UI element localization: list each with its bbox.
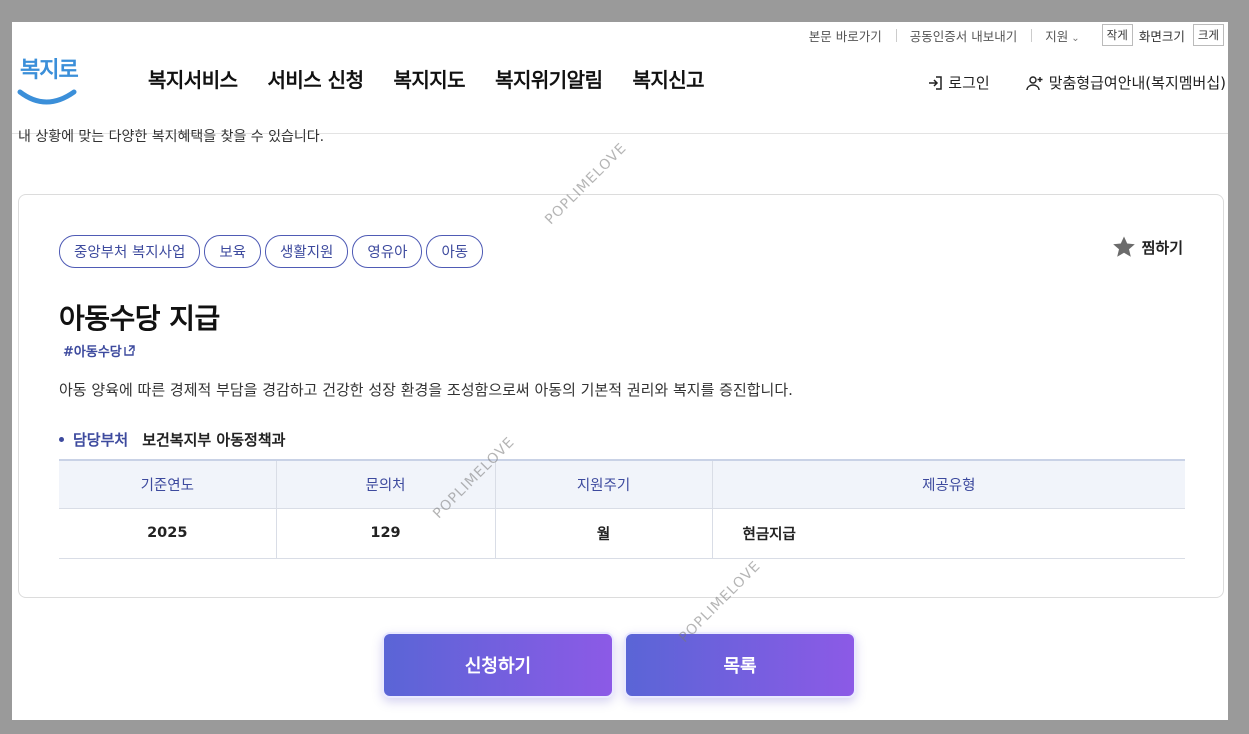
tag-list: 중앙부처 복지사업 보육 생활지원 영유아 아동 <box>59 235 487 268</box>
user-add-icon <box>1025 75 1043 90</box>
table-header-row: 기준연도 문의처 지원주기 제공유형 <box>59 459 1185 509</box>
login-icon <box>929 75 943 90</box>
membership-link[interactable]: 맞춤형급여안내(복지멤버십) <box>1025 72 1226 93</box>
font-size-controls: 작게 화면크기 크게 <box>1100 24 1224 46</box>
nav-service-apply[interactable]: 서비스 신청 <box>268 64 364 93</box>
apply-button[interactable]: 신청하기 <box>382 632 614 698</box>
utility-bar: 본문 바로가기 공동인증서 내보내기 지원 ⌄ 작게 화면크기 크게 <box>795 22 1228 48</box>
site-logo[interactable]: 복지로 <box>16 52 79 108</box>
nav-crisis-alert[interactable]: 복지위기알림 <box>495 64 603 93</box>
bullet-icon <box>59 437 64 442</box>
department-value: 보건복지부 아동정책과 <box>142 431 286 449</box>
bookmark-label: 찜하기 <box>1141 238 1183 257</box>
hashtag-link[interactable]: #아동수당 <box>63 341 135 360</box>
header-provision-type: 제공유형 <box>711 459 1185 509</box>
font-size-large-button[interactable]: 크게 <box>1192 24 1224 46</box>
bookmark-button[interactable]: 찜하기 <box>1112 235 1183 259</box>
header-base-year: 기준연도 <box>59 459 276 509</box>
header-contact: 문의처 <box>275 459 495 509</box>
skip-to-content-link[interactable]: 본문 바로가기 <box>795 26 896 45</box>
table-row: 2025 129 월 현금지급 <box>59 508 1185 559</box>
logo-smile-icon <box>17 89 77 105</box>
intro-text: 내 상황에 맞는 다양한 복지혜택을 찾을 수 있습니다. <box>18 129 325 145</box>
tag-central-ministry[interactable]: 중앙부처 복지사업 <box>59 235 201 268</box>
tag-childcare[interactable]: 보육 <box>204 235 262 268</box>
service-detail-card: 중앙부처 복지사업 보육 생활지원 영유아 아동 찜하기 아동수당 지급 #아동… <box>18 194 1224 598</box>
cert-export-link[interactable]: 공동인증서 내보내기 <box>895 26 1031 45</box>
browser-viewport: 본문 바로가기 공동인증서 내보내기 지원 ⌄ 작게 화면크기 크게 복지로 복지… <box>12 22 1228 720</box>
membership-label: 맞춤형급여안내(복지멤버십) <box>1048 74 1226 92</box>
login-link[interactable]: 로그인 <box>927 72 990 93</box>
department-label: 담당부처 <box>73 431 129 449</box>
service-description: 아동 양육에 따른 경제적 부담을 경감하고 건강한 성장 환경을 조성함으로써… <box>59 381 793 399</box>
chevron-down-icon: ⌄ <box>1071 32 1080 44</box>
support-label: 지원 <box>1045 28 1069 44</box>
tag-child[interactable]: 아동 <box>426 235 484 268</box>
tag-infant[interactable]: 영유아 <box>352 235 423 268</box>
tag-living-support[interactable]: 생활지원 <box>265 235 349 268</box>
main-navigation: 복지서비스 서비스 신청 복지지도 복지위기알림 복지신고 <box>148 64 734 93</box>
service-info-table: 기준연도 문의처 지원주기 제공유형 2025 129 월 현금지급 <box>59 459 1185 559</box>
cell-base-year: 2025 <box>59 508 276 559</box>
font-size-small-button[interactable]: 작게 <box>1101 24 1133 46</box>
action-buttons: 신청하기 목록 <box>382 632 866 698</box>
site-header: 복지로 복지서비스 서비스 신청 복지지도 복지위기알림 복지신고 로그인 맞춤… <box>12 48 1228 134</box>
cell-support-cycle: 월 <box>494 508 712 559</box>
support-dropdown[interactable]: 지원 ⌄ <box>1031 26 1093 45</box>
nav-welfare-report[interactable]: 복지신고 <box>632 64 704 93</box>
external-link-icon <box>124 345 135 356</box>
font-size-label: 화면크기 <box>1138 28 1185 44</box>
list-button[interactable]: 목록 <box>624 632 856 698</box>
user-area: 로그인 맞춤형급여안내(복지멤버십) <box>891 72 1226 93</box>
cell-contact: 129 <box>275 508 495 559</box>
nav-welfare-map[interactable]: 복지지도 <box>393 64 465 93</box>
page-title: 아동수당 지급 <box>59 302 220 335</box>
hashtag-label: #아동수당 <box>63 345 122 360</box>
star-icon <box>1112 236 1135 257</box>
cell-provision-type: 현금지급 <box>711 508 1185 559</box>
header-support-cycle: 지원주기 <box>494 459 712 509</box>
login-label: 로그인 <box>948 74 990 92</box>
department-info: 담당부처 보건복지부 아동정책과 <box>59 429 285 450</box>
nav-welfare-service[interactable]: 복지서비스 <box>148 64 238 93</box>
